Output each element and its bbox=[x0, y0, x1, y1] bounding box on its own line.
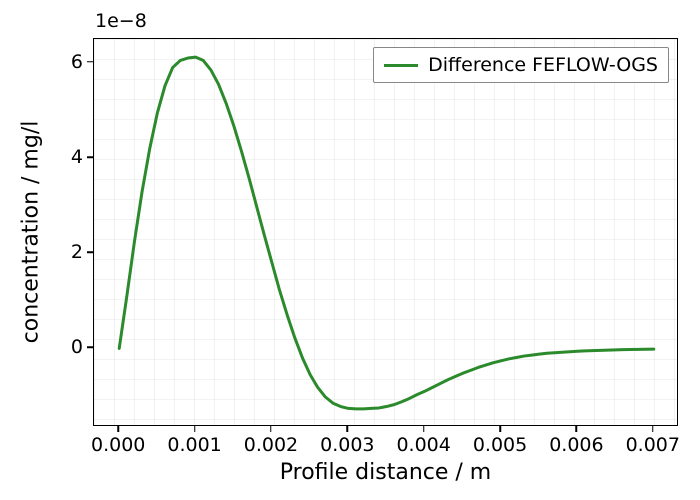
y-tick-mark bbox=[87, 156, 93, 158]
x-tick-mark bbox=[652, 426, 654, 432]
x-tick-label: 0.001 bbox=[167, 434, 221, 456]
legend-swatch-icon bbox=[384, 64, 418, 67]
legend-entry-label: Difference FEFLOW-OGS bbox=[428, 54, 658, 76]
x-tick-label: 0.000 bbox=[91, 434, 145, 456]
y-tick-label: 4 bbox=[71, 146, 83, 168]
x-tick-mark bbox=[499, 426, 501, 432]
y-tick-label: 2 bbox=[71, 241, 83, 263]
y-tick-mark bbox=[87, 251, 93, 253]
y-axis-label: concentration / mg/l bbox=[19, 121, 44, 344]
x-tick-mark bbox=[194, 426, 196, 432]
x-tick-label: 0.004 bbox=[396, 434, 450, 456]
y-tick-mark bbox=[87, 347, 93, 349]
y-tick-mark bbox=[87, 61, 93, 63]
y-tick-label: 0 bbox=[71, 336, 83, 358]
x-tick-label: 0.005 bbox=[473, 434, 527, 456]
x-tick-label: 0.006 bbox=[549, 434, 603, 456]
y-axis-offset-text: 1e−8 bbox=[95, 10, 147, 32]
x-tick-mark bbox=[117, 426, 119, 432]
plot-area bbox=[94, 39, 679, 427]
x-tick-mark bbox=[270, 426, 272, 432]
y-tick-label: 6 bbox=[71, 51, 83, 73]
x-tick-mark bbox=[423, 426, 425, 432]
figure: Difference FEFLOW-OGS 1e−8 Profile dista… bbox=[0, 0, 700, 500]
x-tick-mark bbox=[576, 426, 578, 432]
axes-frame: Difference FEFLOW-OGS bbox=[93, 38, 678, 426]
x-tick-label: 0.007 bbox=[626, 434, 680, 456]
series-line-difference-feflow-ogs bbox=[119, 57, 654, 409]
x-axis-label: Profile distance / m bbox=[280, 460, 491, 485]
x-tick-mark bbox=[347, 426, 349, 432]
x-tick-label: 0.002 bbox=[244, 434, 298, 456]
legend: Difference FEFLOW-OGS bbox=[373, 47, 669, 83]
x-tick-label: 0.003 bbox=[320, 434, 374, 456]
